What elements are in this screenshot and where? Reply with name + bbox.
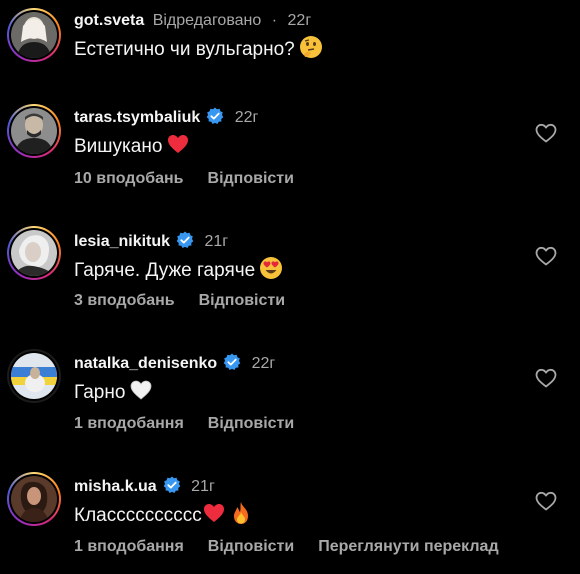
- comment-item: natalka_denisenko 22г Гарно 1 вподобання…: [0, 345, 580, 455]
- username[interactable]: lesia_nikituk: [74, 233, 170, 250]
- comment-text: Гарно: [74, 382, 126, 403]
- username[interactable]: natalka_denisenko: [74, 355, 217, 372]
- like-heart-icon[interactable]: [535, 491, 557, 511]
- avatar-story-ring[interactable]: [7, 104, 61, 158]
- verified-badge-icon: [163, 476, 181, 500]
- comment-item: lesia_nikituk 21г Гаряче. Дуже гаряче 3 …: [0, 222, 580, 332]
- timestamp: 22г: [251, 355, 276, 372]
- likes-count[interactable]: 10 вподобань: [74, 170, 184, 187]
- like-heart-icon[interactable]: [535, 246, 557, 266]
- avatar-story-ring[interactable]: [7, 8, 61, 62]
- comment-text: Класссссссссс: [74, 505, 202, 526]
- avatar[interactable]: [11, 353, 57, 399]
- reply-button[interactable]: Відповісти: [208, 170, 294, 187]
- edited-label: Відредаговано: [152, 12, 262, 29]
- username[interactable]: taras.tsymbaliuk: [74, 109, 200, 126]
- timestamp: 21г: [191, 478, 215, 495]
- timestamp: 21г: [204, 233, 229, 250]
- verified-badge-icon: [176, 231, 194, 255]
- verified-badge-icon: [206, 107, 224, 131]
- see-translation-button[interactable]: Переглянути переклад: [318, 538, 498, 555]
- comment-text: Вишукано: [74, 136, 163, 157]
- comment-text: Естетично чи вульгарно?: [74, 39, 295, 60]
- reply-button[interactable]: Відповісти: [208, 415, 294, 432]
- likes-count[interactable]: 1 вподобання: [74, 415, 184, 432]
- verified-badge-icon: [223, 353, 241, 377]
- white-heart-emoji-icon: [129, 378, 153, 409]
- avatar-story-ring[interactable]: [7, 226, 61, 280]
- red-heart-emoji-icon: [166, 132, 190, 163]
- reply-button[interactable]: Відповісти: [208, 538, 294, 555]
- comment-item: misha.k.ua 21г Класссссссссс 1 вподобанн…: [0, 468, 580, 574]
- separator: ·: [271, 12, 278, 29]
- likes-count[interactable]: 1 вподобання: [74, 538, 184, 555]
- comment-text: Гаряче. Дуже гаряче: [74, 260, 256, 281]
- username[interactable]: got.sveta: [74, 12, 144, 29]
- thinking-face-emoji-icon: [299, 35, 323, 66]
- timestamp: 22г: [234, 109, 259, 126]
- avatar-ring[interactable]: [7, 349, 61, 403]
- reply-button[interactable]: Відповісти: [199, 292, 285, 309]
- avatar[interactable]: [11, 230, 57, 276]
- avatar[interactable]: [11, 476, 57, 522]
- username[interactable]: misha.k.ua: [74, 478, 157, 495]
- avatar[interactable]: [11, 108, 57, 154]
- like-heart-icon[interactable]: [535, 368, 557, 388]
- avatar-story-ring[interactable]: [7, 472, 61, 526]
- timestamp: 22г: [287, 12, 312, 29]
- comment-item: got.sveta Відредаговано · 22г Естетично …: [0, 0, 580, 90]
- heart-eyes-emoji-icon: [259, 256, 283, 287]
- like-heart-icon[interactable]: [535, 123, 557, 143]
- comment-item: taras.tsymbaliuk 22г Вишукано 10 вподоба…: [0, 100, 580, 210]
- fire-emoji-icon: [230, 501, 252, 532]
- red-heart-emoji-icon: [202, 501, 226, 532]
- avatar[interactable]: [11, 12, 57, 58]
- likes-count[interactable]: 3 вподобань: [74, 292, 175, 309]
